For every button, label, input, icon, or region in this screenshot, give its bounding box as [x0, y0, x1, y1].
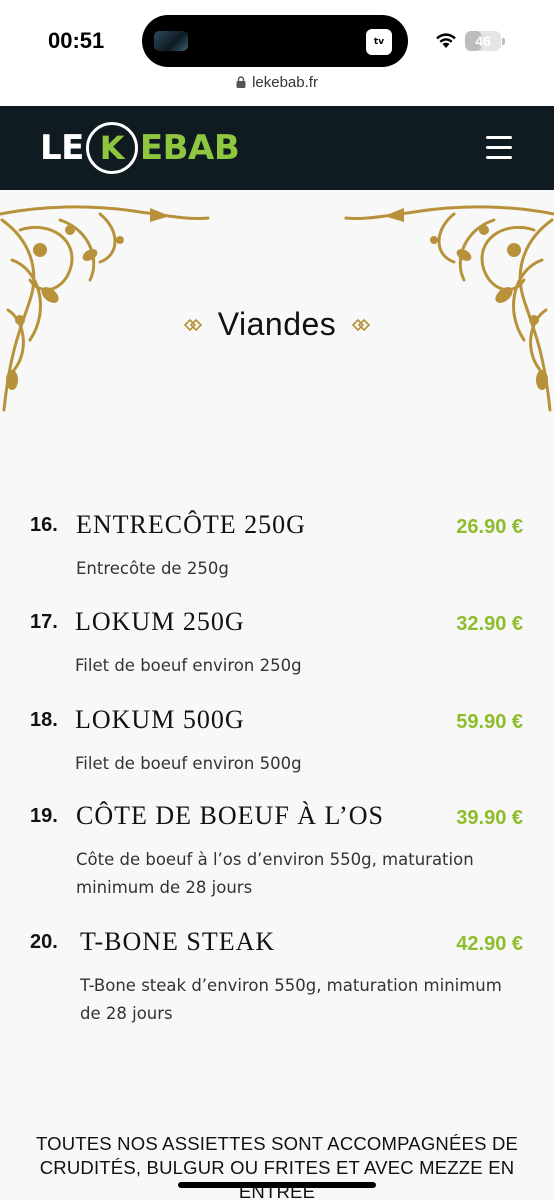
lock-icon: [236, 76, 246, 88]
item-price: 26.90 €: [456, 516, 523, 538]
logo-le: LE: [40, 128, 84, 168]
item-name: ENTRECÔTE 250G: [76, 510, 306, 539]
address-bar[interactable]: lekebab.fr: [0, 74, 554, 98]
site-header: LE K EBAB: [0, 106, 554, 190]
dynamic-island[interactable]: tv: [142, 15, 408, 67]
item-number: 19.: [30, 805, 58, 827]
item-description: Entrecôte de 250g: [76, 559, 229, 578]
battery-level: 46: [475, 33, 491, 49]
battery-cap: [502, 38, 505, 45]
item-price: 59.90 €: [456, 711, 523, 733]
item-name: LOKUM 500G: [75, 705, 245, 734]
item-number: 16.: [30, 514, 58, 536]
item-price: 32.90 €: [456, 613, 523, 635]
home-indicator[interactable]: [178, 1182, 376, 1188]
status-time: 00:51: [48, 28, 105, 53]
item-name: CÔTE DE BOEUF À L’OS: [76, 801, 384, 830]
section-title: Viandes: [217, 306, 337, 342]
item-number: 17.: [30, 611, 58, 633]
item-name: LOKUM 250G: [75, 607, 245, 636]
item-price: 39.90 €: [456, 807, 523, 829]
media-thumbnail-icon: [154, 31, 188, 51]
wifi-icon: [436, 33, 456, 48]
diamond-ornament-icon: [352, 318, 371, 331]
logo-ebab: EBAB: [139, 128, 240, 168]
item-price: 42.90 €: [456, 933, 523, 955]
item-number: 20.: [30, 931, 58, 953]
accompaniment-note: TOUTES NOS ASSIETTES SONT ACCOMPAGNÉES D…: [35, 1133, 519, 1200]
item-description: Côte de boeuf à l’os d’environ 550g, mat…: [76, 850, 474, 897]
diamond-ornament-icon: [183, 318, 202, 331]
apple-tv-icon: tv: [366, 29, 392, 55]
battery-icon: 46: [465, 31, 501, 51]
item-name: T-BONE STEAK: [80, 927, 276, 956]
logo-k-emblem: K: [85, 122, 138, 174]
site-logo[interactable]: LE K EBAB: [40, 122, 240, 174]
status-bar: 00:51 tv 46: [0, 0, 554, 72]
item-number: 18.: [30, 709, 58, 731]
item-description: Filet de boeuf environ 250g: [75, 656, 302, 675]
url-text: lekebab.fr: [252, 74, 318, 91]
item-description: Filet de boeuf environ 500g: [75, 754, 302, 773]
hamburger-menu-icon[interactable]: [486, 136, 512, 160]
section-heading: Viandes: [0, 306, 554, 343]
item-description: T-Bone steak d’environ 550g, maturation …: [80, 976, 502, 1023]
